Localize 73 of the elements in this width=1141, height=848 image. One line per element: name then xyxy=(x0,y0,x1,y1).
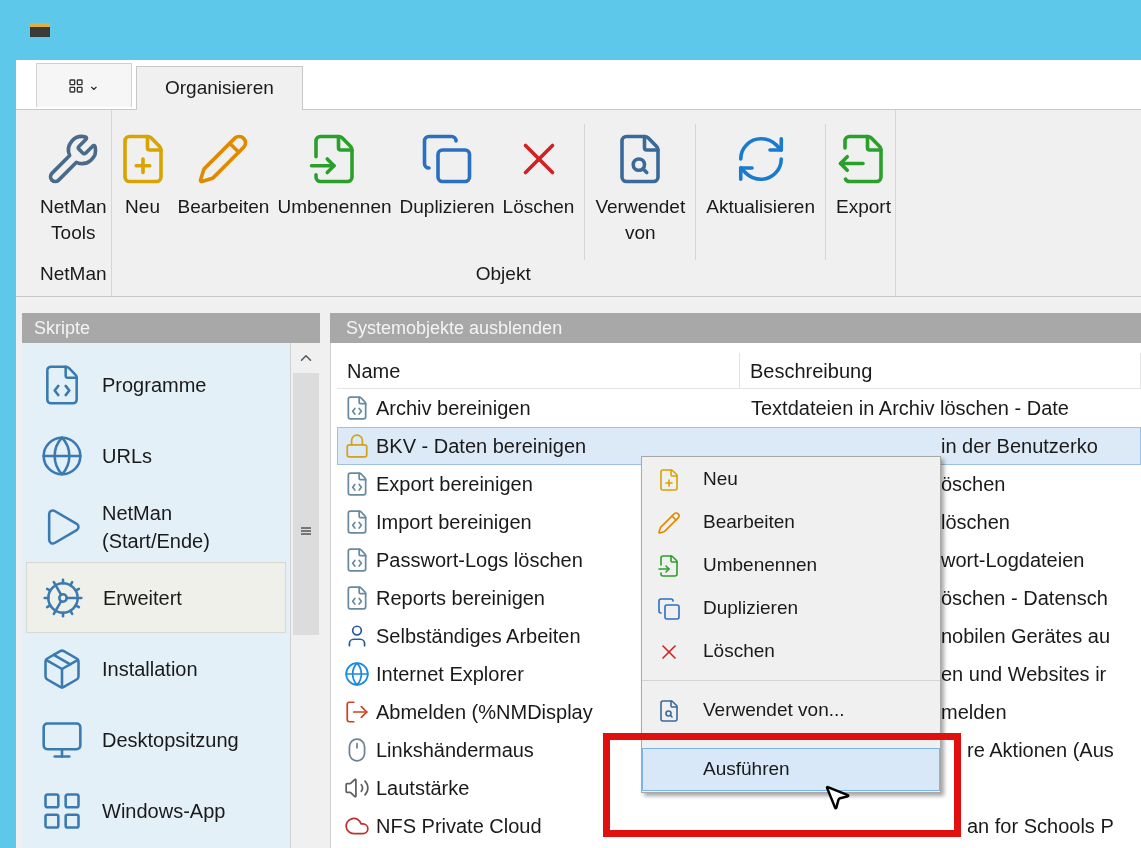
scroll-thumb[interactable] xyxy=(292,373,319,635)
ribbon-button[interactable]: NetMan Tools xyxy=(36,124,111,260)
menu-item[interactable]: Verwendet von... xyxy=(642,689,940,732)
name-cell-text: Reports bereinigen xyxy=(376,586,545,611)
ribbon-button[interactable]: Löschen xyxy=(498,124,579,260)
script-icon xyxy=(344,471,370,497)
description-cell: en und Websites ir xyxy=(941,663,1107,685)
ribbon-button[interactable]: Verwendet von xyxy=(591,124,690,260)
file-arrow-icon xyxy=(657,553,681,578)
description-cell: wort-Logdateien xyxy=(941,549,1085,571)
name-cell-text: Passwort-Logs löschen xyxy=(376,548,583,573)
sidebar-item[interactable]: NetMan (Start/Ende) xyxy=(26,491,286,562)
sidebar-item[interactable]: Desktopsitzung xyxy=(26,704,286,775)
ribbon-tab[interactable]: Organisieren xyxy=(136,66,303,110)
script-icon xyxy=(344,395,370,421)
search-file-icon xyxy=(657,698,681,723)
description-cell: melden xyxy=(941,701,1007,723)
copy-icon xyxy=(657,596,681,621)
selected-row[interactable]: BKV - Daten bereinigen in der Benutzerko xyxy=(337,427,1141,465)
name-cell-text: BKV - Daten bereinigen xyxy=(376,434,587,459)
ribbon-button[interactable]: Bearbeiten xyxy=(173,124,274,260)
description-cell: an for Schools P xyxy=(967,815,1114,837)
panel-header: Skripte xyxy=(22,313,320,343)
ribbon-button[interactable]: Export xyxy=(832,124,895,260)
description-cell: öschen xyxy=(941,473,1006,495)
app-icon xyxy=(30,23,50,37)
ribbon-button[interactable]: Umbenennen xyxy=(273,124,396,260)
sidebar-item[interactable]: Erweitert xyxy=(26,562,286,633)
name-cell-text: Export bereinigen xyxy=(376,472,533,497)
logout-icon xyxy=(344,699,370,725)
pencil-icon xyxy=(657,510,681,535)
script-icon xyxy=(344,585,370,611)
sidebar-item[interactable]: Windows-App xyxy=(26,775,286,846)
menu-item[interactable]: Ausführen xyxy=(642,748,940,791)
lock-icon xyxy=(344,433,370,459)
name-cell-text: Import bereinigen xyxy=(376,510,532,535)
sidebar-item[interactable]: URLs xyxy=(26,420,286,491)
scrollbar[interactable] xyxy=(290,343,320,848)
ribbon-button[interactable]: Duplizieren xyxy=(395,124,499,260)
ribbon-button[interactable]: Neu xyxy=(111,124,174,260)
app-menu-button[interactable]: ⌄ xyxy=(36,63,132,107)
name-cell-text: Lautstärke xyxy=(376,776,470,801)
ribbon-button[interactable]: Aktualisieren xyxy=(702,124,819,260)
group-label: Objekt xyxy=(474,262,532,286)
globe-icon xyxy=(40,433,84,478)
sidebar-item[interactable]: Installation xyxy=(26,633,286,704)
grip-icon xyxy=(300,527,311,535)
menu-item[interactable]: Bearbeiten xyxy=(642,501,940,544)
name-cell-text: NFS Private Cloud xyxy=(376,814,542,839)
name-cell-text: Archiv bereinigen xyxy=(376,396,531,421)
menu-item[interactable]: Duplizieren xyxy=(642,587,940,630)
description-cell: Textdateien in Archiv löschen - Date xyxy=(751,397,1069,419)
panel-header: Systemobjekte ausblenden xyxy=(330,313,1141,343)
column-header[interactable]: Beschreibung xyxy=(740,353,1141,388)
name-cell-text: Abmelden (%NMDisplay xyxy=(376,700,593,725)
sidebar-item[interactable]: Programme xyxy=(26,349,286,420)
description-cell: nobilen Gerätes au xyxy=(941,625,1110,647)
name-cell-text: Selbständiges Arbeiten xyxy=(376,624,581,649)
description-cell: öschen - Datensch xyxy=(941,587,1108,609)
script-icon xyxy=(344,547,370,573)
menu-item[interactable]: Umbenennen xyxy=(642,544,940,587)
column-header[interactable]: Name xyxy=(337,353,740,388)
new-file-icon xyxy=(657,467,681,492)
grid-icon xyxy=(68,77,84,94)
description-cell: re Aktionen (Aus xyxy=(967,739,1114,761)
menu-item[interactable]: Löschen xyxy=(642,630,940,673)
name-cell-text: Linkshändermaus xyxy=(376,738,534,763)
name-cell-text: Internet Explorer xyxy=(376,662,524,687)
globe-icon xyxy=(344,661,370,687)
description-cell: in der Benutzerko xyxy=(941,435,1098,457)
description-cell: löschen xyxy=(941,511,1010,533)
group-label: NetMan xyxy=(39,262,108,286)
script-icon xyxy=(344,509,370,535)
